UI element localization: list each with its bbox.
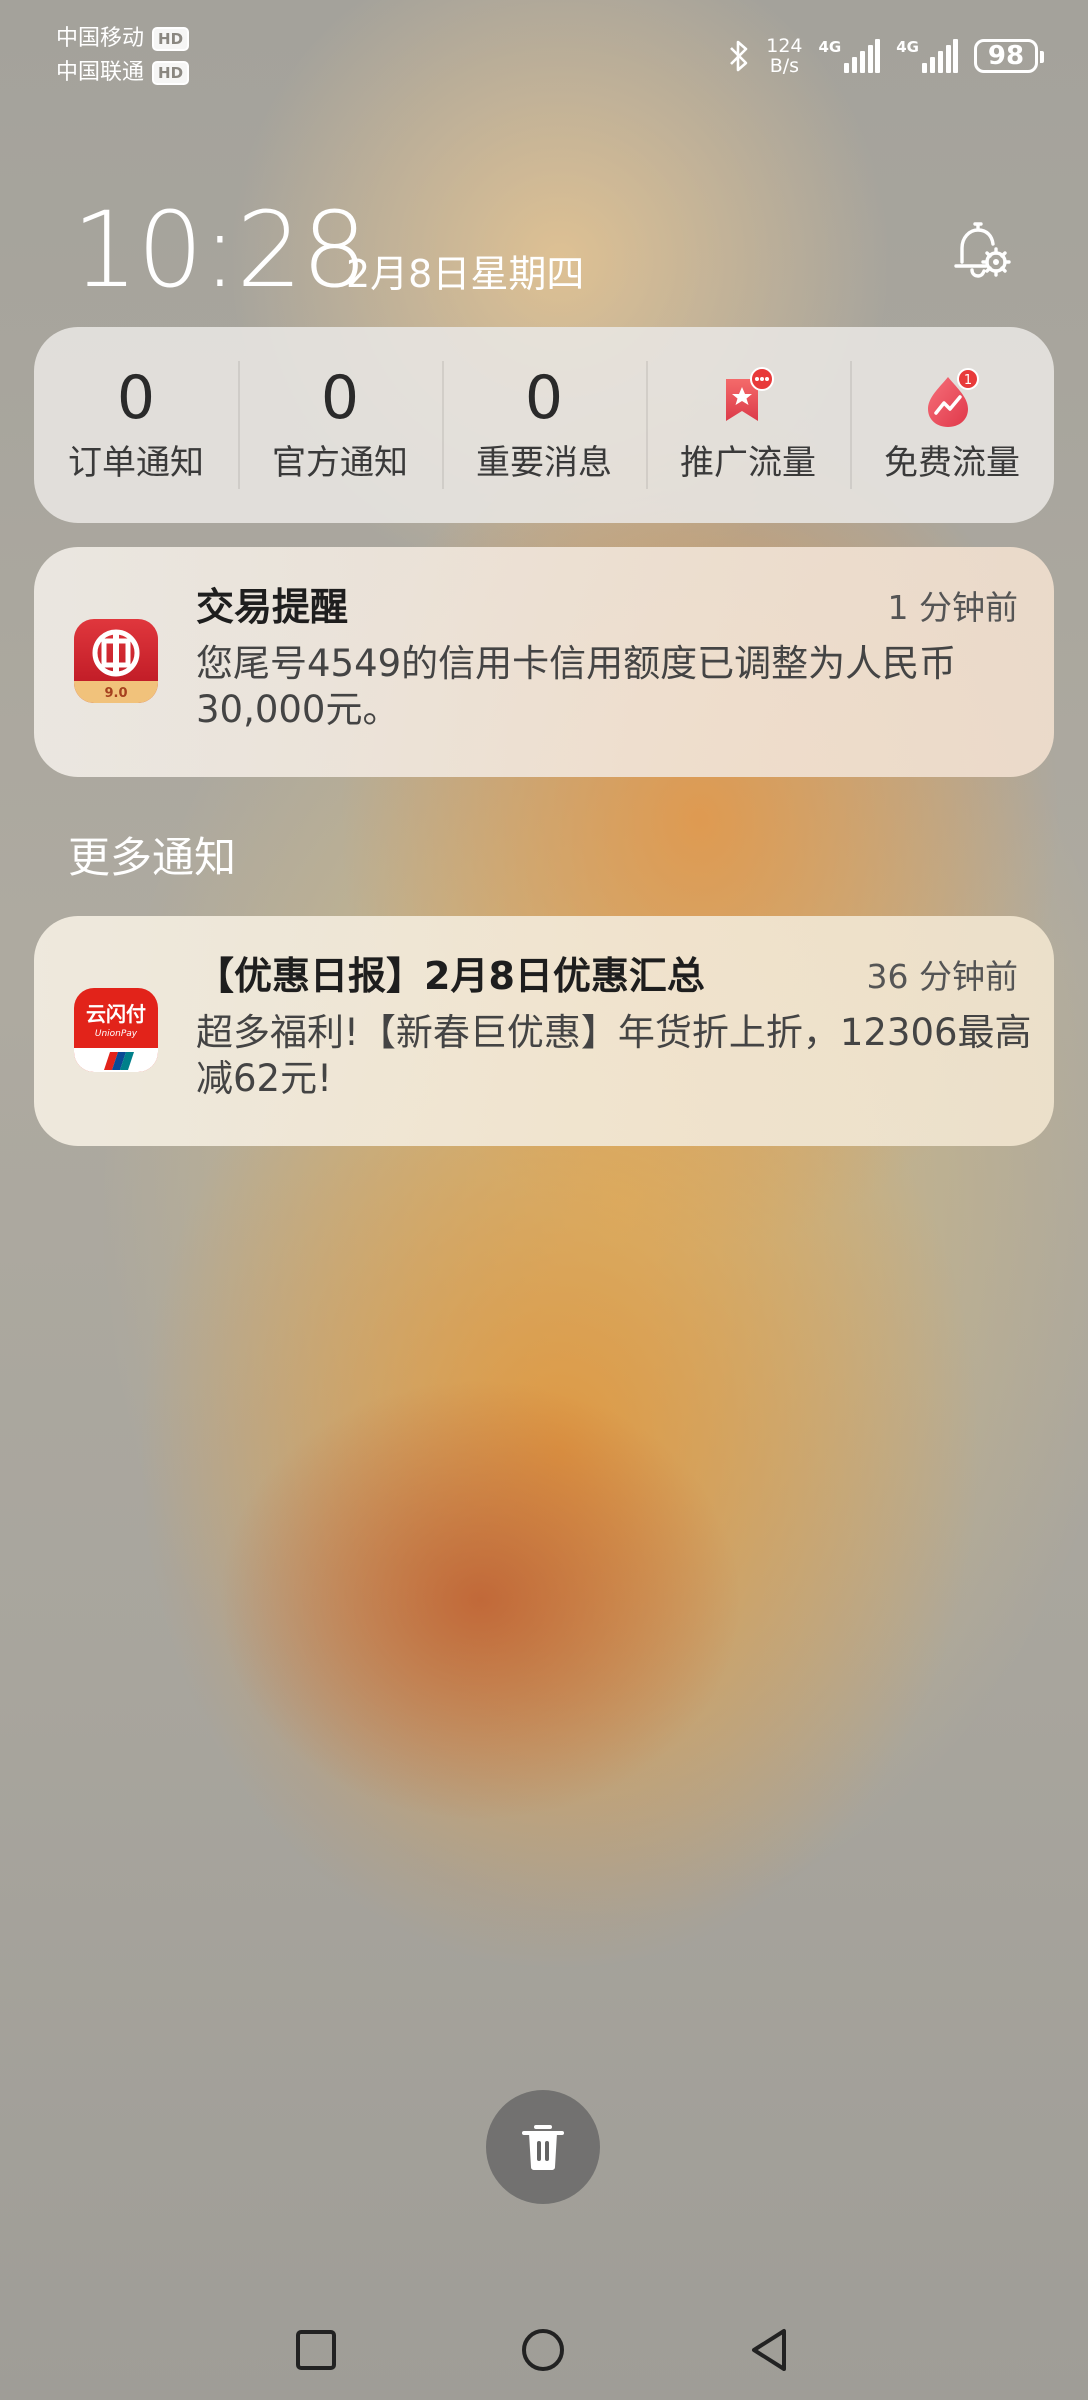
unionpay-icon-label: 云闪付: [86, 1002, 146, 1026]
summary-icon-wrap: [646, 365, 850, 433]
hd-badge-1: HD: [152, 27, 190, 51]
summary-label: 重要消息: [476, 443, 612, 483]
sim2-signal: 4G: [896, 39, 958, 73]
notification-title: 交易提醒: [196, 585, 349, 629]
unionpay-icon-sublabel: UnionPay: [95, 1029, 138, 1039]
summary-count: 0: [524, 363, 564, 433]
status-icons: 124 B/s 4G 4G 98: [728, 30, 1044, 82]
notification-time: 1 分钟前: [887, 588, 1019, 627]
square-recents-icon: [296, 2330, 336, 2370]
notification-title: 【优惠日报】2月8日优惠汇总: [196, 954, 705, 998]
notification-time: 36 分钟前: [866, 957, 1018, 996]
carrier-2-name: 中国联通: [56, 60, 145, 85]
carrier-info: 中国移动 HD 中国联通 HD: [56, 22, 190, 90]
icbc-bank-icon: 9.0: [74, 619, 158, 703]
signal-bars-icon: [922, 39, 958, 73]
notification-card-promo-daily[interactable]: 云闪付 UnionPay 【优惠日报】2月8日优惠汇总 36 分钟前 超多福利!…: [34, 916, 1054, 1146]
bell-settings-icon: [954, 222, 1011, 278]
summary-count: 0: [320, 363, 360, 433]
sim2-network-type: 4G: [896, 38, 919, 56]
bluetooth-icon: [730, 40, 748, 72]
signal-bars-icon: [844, 39, 881, 73]
navigation-bar: [0, 2300, 1088, 2400]
notification-body: 您尾号4549的信用卡信用额度已调整为人民币30,000元。: [196, 642, 957, 731]
free-traffic-icon: 1: [928, 368, 979, 427]
carrier-1-name: 中国移动: [56, 26, 145, 51]
battery-indicator: 98: [974, 39, 1044, 73]
notification-summary-card: 0 订单通知 0 官方通知 0 重要消息 推广流量 1 免费流量: [34, 327, 1054, 523]
app-icon-unionpay: 云闪付 UnionPay: [74, 988, 158, 1072]
clear-all-notifications-button[interactable]: [486, 2090, 600, 2204]
network-speed-value: 124: [766, 35, 803, 57]
trash-icon: [522, 2125, 564, 2170]
notification-body: 超多福利!【新春巨优惠】年货折上折，12306最高减62元!: [196, 1011, 1032, 1100]
summary-promo-traffic[interactable]: 推广流量: [646, 361, 850, 489]
summary-label: 推广流量: [680, 443, 816, 483]
unionpay-cloud-quickpass-icon: 云闪付 UnionPay: [74, 988, 158, 1072]
hd-badge-2: HD: [152, 61, 190, 85]
summary-icon-wrap: 1: [850, 365, 1054, 433]
promo-bookmark-icon: [726, 367, 774, 421]
sim1-signal: 4G: [819, 39, 881, 73]
notification-card-transaction[interactable]: 9.0 交易提醒 1 分钟前 您尾号4549的信用卡信用额度已调整为人民币30,…: [34, 547, 1054, 777]
network-speed: 124 B/s: [766, 36, 802, 76]
icbc-version-label: 9.0: [104, 686, 127, 701]
app-icon-icbc: 9.0: [74, 619, 158, 703]
free-traffic-badge: 1: [964, 373, 972, 388]
summary-label: 官方通知: [272, 443, 408, 483]
clock-time: 10:28: [72, 189, 368, 311]
sim1-network-type: 4G: [818, 38, 842, 56]
notification-settings-button[interactable]: [948, 218, 1014, 284]
summary-important-messages[interactable]: 0 重要消息: [442, 361, 646, 489]
summary-order-notifications[interactable]: 0 订单通知: [34, 361, 238, 489]
home-button[interactable]: [513, 2320, 573, 2380]
carrier-line-2: 中国联通 HD: [56, 56, 190, 90]
battery-level: 98: [987, 41, 1025, 71]
summary-label: 订单通知: [68, 443, 204, 483]
recents-button[interactable]: [286, 2320, 346, 2380]
clock-date: 2月8日星期四: [346, 252, 585, 296]
summary-free-traffic[interactable]: 1 免费流量: [850, 361, 1054, 489]
network-speed-unit: B/s: [769, 55, 800, 77]
triangle-back-icon: [752, 2329, 786, 2371]
status-bar: 中国移动 HD 中国联通 HD 124 B/s 4G 4G 98: [0, 0, 1088, 110]
summary-official-notifications[interactable]: 0 官方通知: [238, 361, 442, 489]
carrier-line-1: 中国移动 HD: [56, 22, 190, 56]
circle-home-icon: [522, 2329, 564, 2371]
summary-label: 免费流量: [884, 443, 1020, 483]
back-button[interactable]: [740, 2320, 800, 2380]
more-notifications-heading: 更多通知: [68, 833, 237, 882]
summary-count: 0: [116, 363, 156, 433]
